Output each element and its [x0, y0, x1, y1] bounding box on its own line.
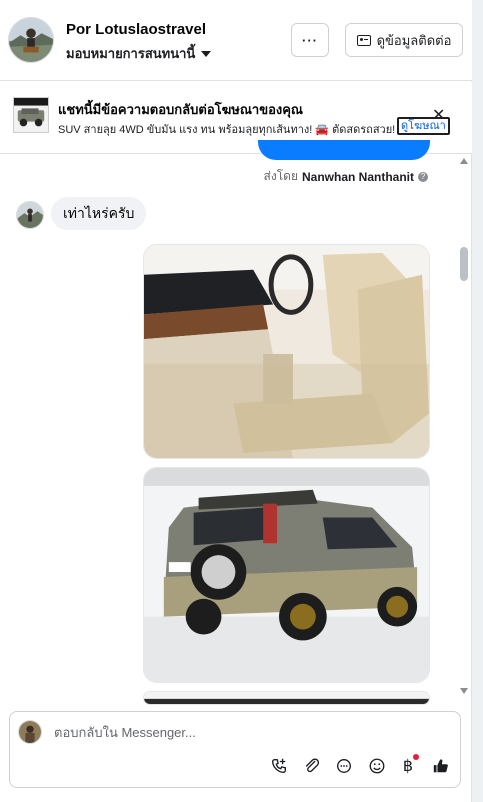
dots-icon: ···: [302, 32, 318, 48]
info-icon[interactable]: ?: [418, 171, 428, 182]
assign-conversation-dropdown[interactable]: มอบหมายการสนทนานี้: [66, 43, 212, 64]
page-avatar[interactable]: [8, 17, 54, 63]
message-composer: ฿: [9, 711, 461, 788]
scrollbar-thumb[interactable]: [460, 247, 468, 281]
view-contact-label: ดูข้อมูลติดต่อ: [376, 32, 452, 48]
thumbs-up-icon[interactable]: [431, 756, 451, 776]
incoming-message-bubble[interactable]: เท่าไหร่ครับ: [51, 197, 147, 230]
close-icon[interactable]: ✕: [432, 105, 445, 125]
scroll-down-arrow[interactable]: [460, 688, 468, 694]
chat-icon[interactable]: [334, 756, 354, 776]
suv-exterior-photo[interactable]: [143, 467, 430, 683]
next-photo-preview[interactable]: [143, 691, 430, 705]
ad-banner-title: แชทนี้มีข้อความตอบกลับต่อโฆษณาของคุณ: [58, 102, 303, 117]
outgoing-message-bubble[interactable]: [258, 140, 430, 160]
baht-icon[interactable]: ฿: [398, 754, 419, 776]
contact-card-icon: [356, 34, 371, 46]
reply-input[interactable]: [54, 725, 434, 740]
emoji-icon[interactable]: [367, 756, 387, 776]
baht-symbol: ฿: [402, 758, 414, 775]
sender-name: Nanwhan Nanthanit: [301, 169, 414, 184]
sent-by-prefix: ส่งโดย: [263, 169, 298, 183]
notification-dot: [413, 754, 419, 760]
my-avatar: [18, 720, 42, 744]
ad-banner-description: SUV สายลุย 4WD ขับมัน แรง ทน พร้อมลุยทุก…: [58, 124, 415, 136]
scroll-up-arrow[interactable]: [460, 158, 468, 164]
more-options-button[interactable]: ···: [291, 23, 329, 57]
customer-avatar[interactable]: [16, 201, 44, 229]
page-name: Por Lotuslaostravel: [66, 21, 207, 38]
messenger-panel: Por Lotuslaostravel มอบหมายการสนทนานี้ ·…: [0, 0, 472, 802]
view-contact-button[interactable]: ดูข้อมูลติดต่อ: [345, 23, 463, 57]
phone-plus-icon[interactable]: [269, 756, 289, 776]
sent-by-label: ส่งโดย Nanwhan Nanthanit ?: [264, 167, 428, 186]
car-interior-photo[interactable]: [143, 244, 430, 459]
ad-thumbnail: [13, 97, 49, 133]
caret-down-icon: [201, 50, 212, 57]
conversation-header: Por Lotuslaostravel มอบหมายการสนทนานี้ ·…: [0, 0, 472, 81]
assign-label: มอบหมายการสนทนานี้: [66, 46, 196, 61]
attach-icon[interactable]: [302, 756, 322, 776]
